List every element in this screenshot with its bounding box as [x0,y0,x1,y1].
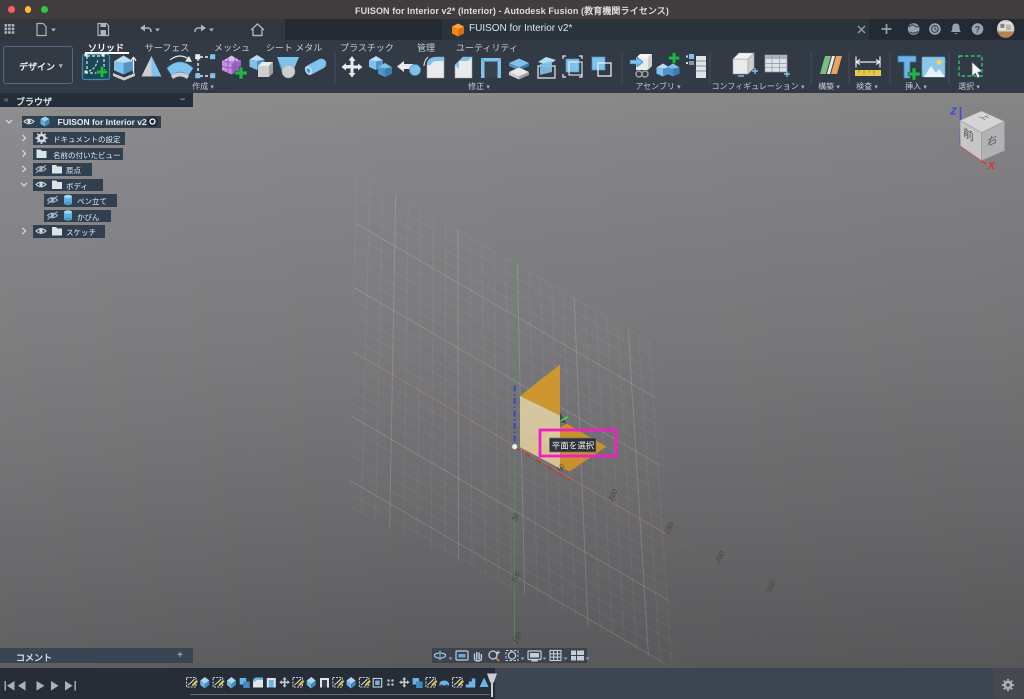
svg-text:200: 200 [714,550,726,565]
svg-text:Z: Z [950,107,958,118]
svg-text:150: 150 [512,631,524,645]
svg-text:100: 100 [608,488,620,502]
svg-text:?: ? [975,25,981,35]
svg-text:100: 100 [510,570,522,584]
svg-text:150: 150 [664,521,676,535]
svg-text:X: X [987,161,996,172]
svg-text:250: 250 [765,580,777,595]
svg-text:平面を選択: 平面を選択 [552,441,595,451]
